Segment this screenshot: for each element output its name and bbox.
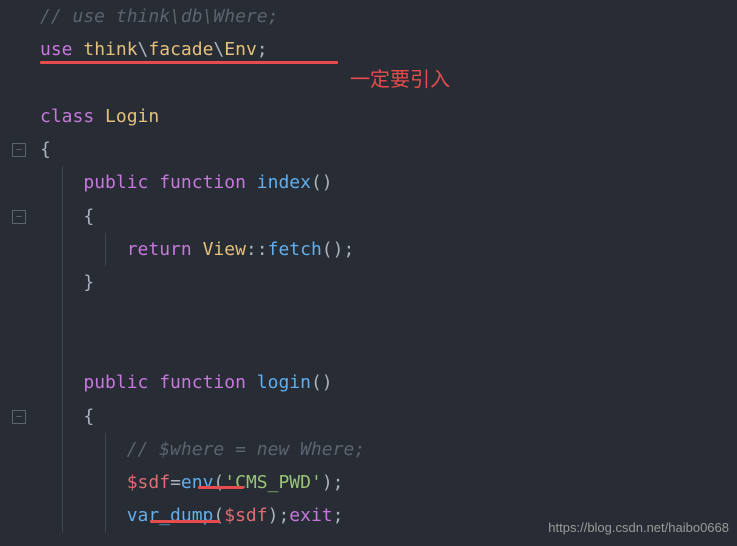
code-token: (); <box>322 239 355 260</box>
code-token <box>40 439 127 460</box>
indent-guide <box>62 333 63 366</box>
code-line: − { <box>12 400 737 433</box>
code-token: { <box>40 139 51 160</box>
code-token: use <box>40 39 83 60</box>
code-token: think <box>83 39 137 60</box>
indent-guide <box>62 233 63 266</box>
indent-guide <box>62 400 63 433</box>
code-token: index <box>257 172 311 193</box>
code-token: fetch <box>268 239 322 260</box>
code-token: $sdf <box>127 472 170 493</box>
code-line: } <box>12 266 737 299</box>
code-token: :: <box>246 239 268 260</box>
indent-guide <box>62 433 63 466</box>
code-token: ; <box>333 505 344 526</box>
annotation-underline <box>198 486 244 489</box>
code-token <box>40 472 127 493</box>
code-token: env <box>181 472 214 493</box>
indent-guide <box>62 499 63 532</box>
indent-guide <box>62 166 63 199</box>
code-token: // $where = new Where; <box>127 439 365 460</box>
code-token: ( <box>213 472 224 493</box>
fold-icon[interactable]: − <box>12 410 26 424</box>
code-token: ); <box>268 505 290 526</box>
code-token: function <box>159 172 257 193</box>
indent-guide <box>62 366 63 399</box>
fold-icon[interactable]: − <box>12 143 26 157</box>
code-token: ( <box>213 505 224 526</box>
code-token: Env <box>224 39 257 60</box>
code-token: 'CMS_PWD' <box>224 472 322 493</box>
annotation-note: 一定要引入 <box>350 62 450 99</box>
code-token <box>40 239 127 260</box>
code-token: = <box>170 472 181 493</box>
indent-guide <box>105 233 106 266</box>
annotation-underline <box>40 61 338 64</box>
code-token: login <box>257 372 311 393</box>
code-line <box>12 333 737 366</box>
indent-guide <box>62 200 63 233</box>
watermark: https://blog.csdn.net/haibo0668 <box>548 516 729 540</box>
code-token: public <box>83 372 159 393</box>
indent-guide <box>105 433 106 466</box>
code-token: { <box>40 206 94 227</box>
code-token: View <box>203 239 246 260</box>
code-line: class Login <box>12 100 737 133</box>
annotation-underline <box>150 520 220 523</box>
code-token: exit <box>289 505 332 526</box>
code-token: ); <box>322 472 344 493</box>
code-token: () <box>311 172 333 193</box>
indent-guide <box>62 266 63 299</box>
code-token: class <box>40 106 105 127</box>
code-token: ; <box>257 39 268 60</box>
indent-guide <box>105 499 106 532</box>
code-token: // use think\db\Where; <box>40 6 278 27</box>
code-line: public function index() <box>12 166 737 199</box>
code-token: Login <box>105 106 159 127</box>
code-token: $sdf <box>224 505 267 526</box>
code-line: public function login() <box>12 366 737 399</box>
code-line <box>12 300 737 333</box>
code-token: public <box>83 172 159 193</box>
code-token: var_dump <box>127 505 214 526</box>
code-token: \ <box>138 39 149 60</box>
code-token: () <box>311 372 333 393</box>
code-line: − { <box>12 200 737 233</box>
code-token: { <box>40 406 94 427</box>
code-line: $sdf=env('CMS_PWD'); <box>12 466 737 499</box>
code-line: // use think\db\Where; <box>12 0 737 33</box>
code-line: // $where = new Where; <box>12 433 737 466</box>
fold-icon[interactable]: − <box>12 210 26 224</box>
code-line: return View::fetch(); <box>12 233 737 266</box>
indent-guide <box>62 466 63 499</box>
code-token: facade <box>148 39 213 60</box>
indent-guide <box>105 466 106 499</box>
code-line: −{ <box>12 133 737 166</box>
code-token: } <box>40 272 94 293</box>
code-token: function <box>159 372 257 393</box>
code-token: \ <box>213 39 224 60</box>
indent-guide <box>62 300 63 333</box>
code-token: return <box>127 239 203 260</box>
code-token <box>40 505 127 526</box>
